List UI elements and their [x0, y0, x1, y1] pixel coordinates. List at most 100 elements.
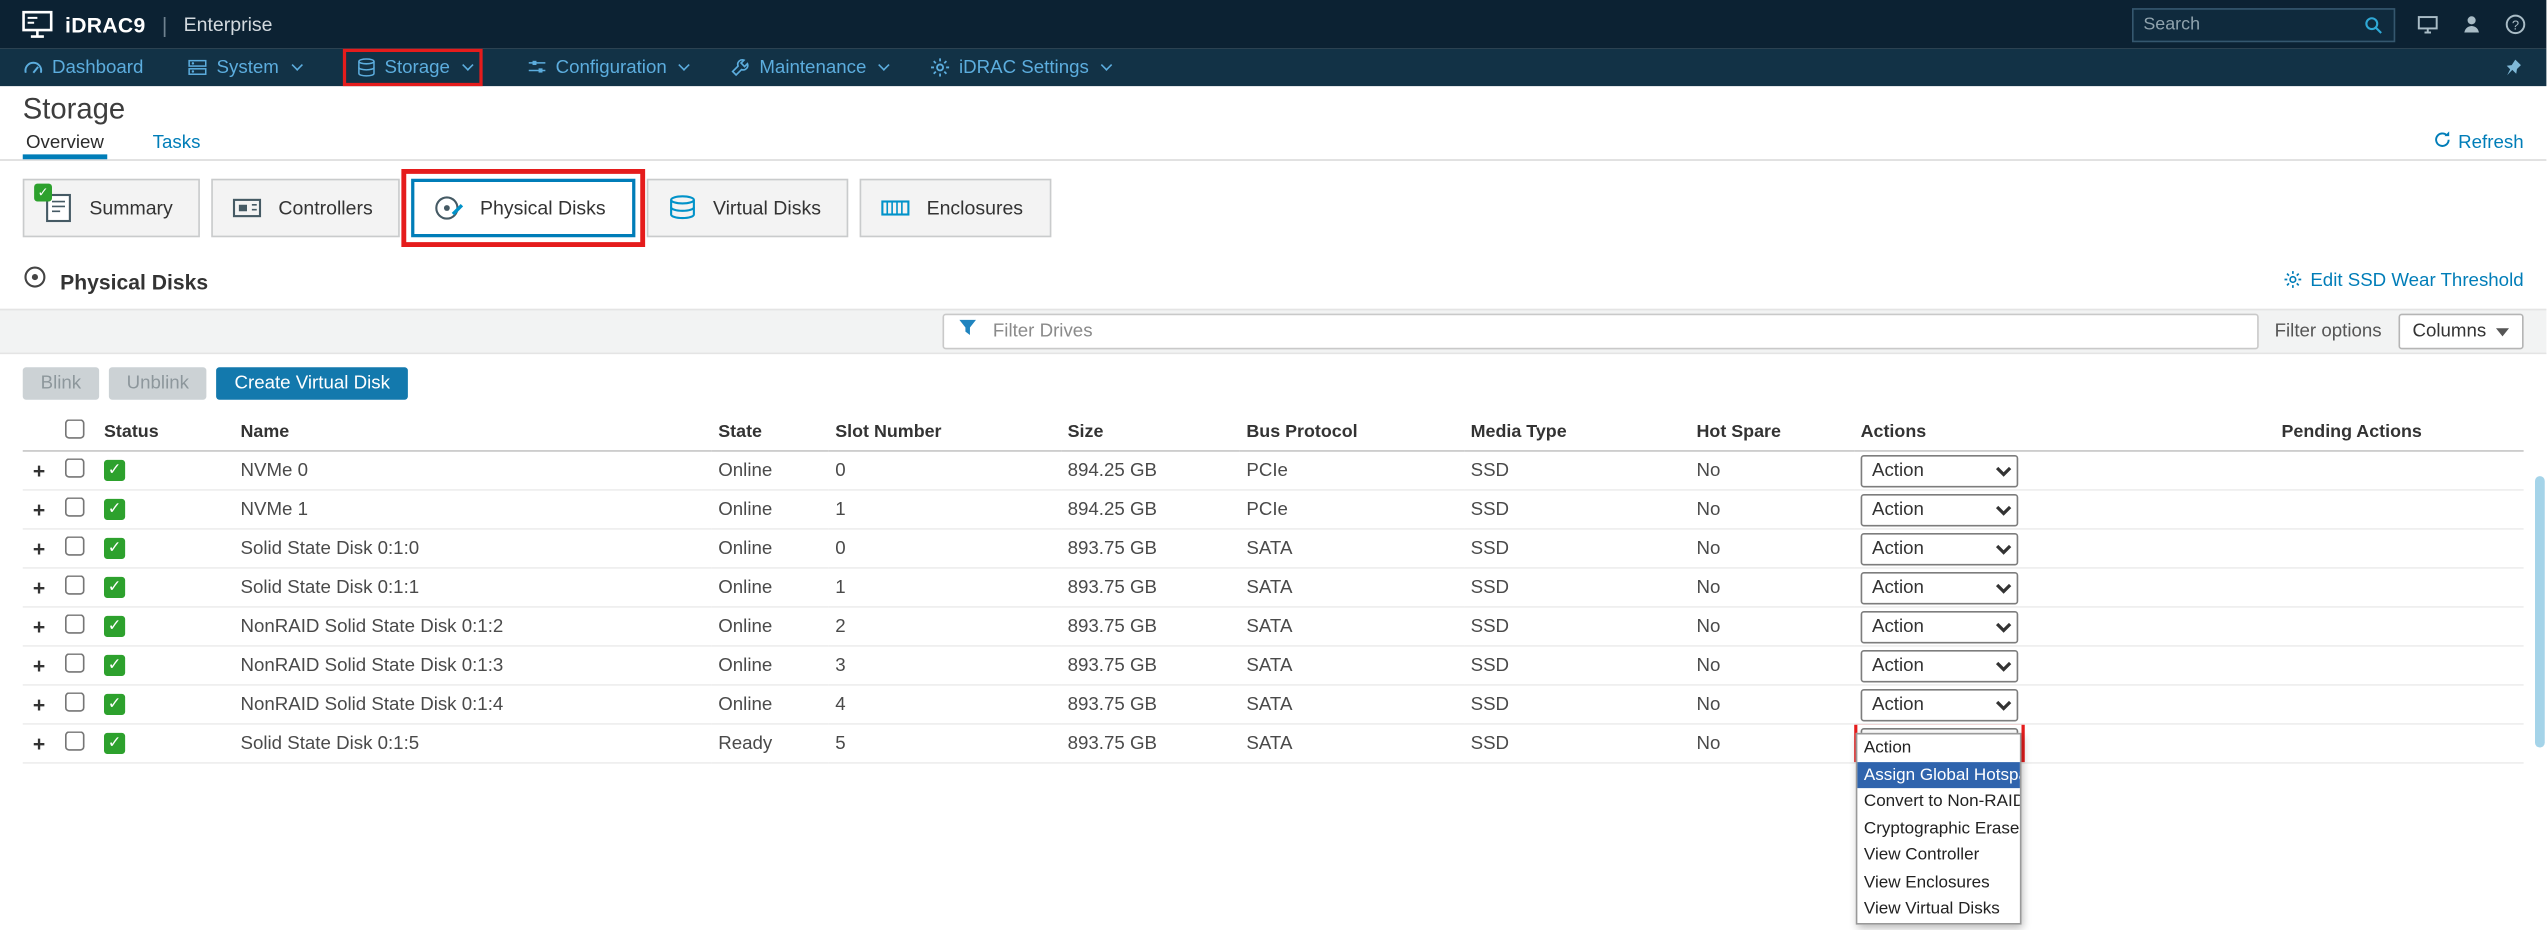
row-checkbox[interactable]	[65, 536, 85, 556]
action-select[interactable]: Action	[1861, 610, 2019, 643]
card-controllers[interactable]: Controllers	[212, 179, 401, 238]
expand-row-icon[interactable]	[29, 653, 49, 677]
action-select[interactable]: Action	[1861, 493, 2019, 526]
row-checkbox[interactable]	[65, 653, 85, 673]
nav-configuration[interactable]: Configuration	[526, 49, 686, 86]
expand-row-icon[interactable]	[29, 458, 49, 482]
chevron-down-icon	[878, 59, 889, 70]
action-menu-item[interactable]: View Controller	[1857, 842, 2020, 869]
filter-drives-input[interactable]	[993, 322, 2244, 342]
nav-maintenance[interactable]: Maintenance	[730, 49, 886, 86]
cell-expand	[23, 568, 59, 607]
action-select[interactable]: Action	[1861, 571, 2019, 604]
cell-state: Ready	[712, 724, 829, 763]
action-select[interactable]: Action	[1861, 532, 2019, 565]
refresh-label: Refresh	[2458, 132, 2523, 152]
action-menu-item[interactable]: Assign Global Hotspare	[1857, 761, 2020, 788]
expand-row-icon[interactable]	[29, 731, 49, 755]
nav-dashboard[interactable]: Dashboard	[23, 49, 144, 86]
card-physical-disks[interactable]: Physical Disks	[412, 179, 635, 238]
gear-icon	[930, 57, 951, 78]
edit-ssd-wear-threshold-link[interactable]: Edit SSD Wear Threshold	[2283, 269, 2524, 293]
action-menu-item[interactable]: Convert to Non-RAID	[1857, 788, 2020, 815]
action-menu-item[interactable]: Cryptographic Erase	[1857, 815, 2020, 842]
action-select[interactable]: Action	[1861, 649, 2019, 682]
user-icon[interactable]	[2460, 13, 2483, 36]
row-checkbox[interactable]	[65, 614, 85, 634]
status-ok-icon	[104, 616, 125, 637]
table-header-row: Status Name State Slot Number Size Bus P…	[23, 413, 2524, 451]
expand-row-icon[interactable]	[29, 614, 49, 638]
table-row: NonRAID Solid State Disk 0:1:2 Online 2 …	[23, 607, 2524, 646]
cell-pending-actions	[2275, 529, 2524, 568]
columns-button[interactable]: Columns	[2398, 314, 2524, 350]
tab-bar: Overview Tasks Refresh	[0, 128, 2546, 161]
card-virtual-disks[interactable]: Virtual Disks	[646, 179, 848, 238]
tab-overview[interactable]: Overview	[23, 130, 107, 159]
cell-expand	[23, 529, 59, 568]
status-ok-icon	[104, 499, 125, 520]
header-media-type: Media Type	[1464, 413, 1690, 451]
tab-tasks[interactable]: Tasks	[149, 130, 203, 159]
nav-system[interactable]: System	[187, 49, 298, 86]
cell-size: 893.75 GB	[1061, 685, 1240, 724]
controller-icon	[231, 192, 264, 225]
select-all-checkbox[interactable]	[65, 419, 85, 439]
cell-actions: Action	[1854, 568, 2275, 607]
columns-label: Columns	[2412, 322, 2486, 342]
cell-name: NonRAID Solid State Disk 0:1:4	[234, 685, 712, 724]
cell-expand	[23, 451, 59, 490]
row-checkbox[interactable]	[65, 692, 85, 712]
table-row: Solid State Disk 0:1:1 Online 1 893.75 G…	[23, 568, 2524, 607]
row-checkbox[interactable]	[65, 575, 85, 595]
card-label: Controllers	[278, 197, 372, 220]
cell-name: NonRAID Solid State Disk 0:1:2	[234, 607, 712, 646]
action-select[interactable]: Action	[1861, 688, 2019, 721]
card-summary[interactable]: Summary	[23, 179, 201, 238]
row-checkbox[interactable]	[65, 458, 85, 478]
cell-checkbox	[59, 724, 98, 763]
filter-options-link[interactable]: Filter options	[2275, 322, 2382, 342]
row-checkbox[interactable]	[65, 497, 85, 517]
search-input[interactable]	[2143, 15, 2353, 35]
nav-storage[interactable]: Storage	[342, 49, 482, 86]
pin-icon[interactable]	[2503, 57, 2524, 78]
row-checkbox[interactable]	[65, 731, 85, 751]
svg-text:?: ?	[2512, 17, 2519, 32]
nav-idrac-settings[interactable]: iDRAC Settings	[930, 49, 1109, 86]
cell-name: NVMe 1	[234, 490, 712, 529]
help-icon[interactable]: ?	[2504, 13, 2527, 36]
action-select-wrap: Action	[1861, 571, 2019, 604]
page-title: Storage	[0, 86, 2546, 128]
storage-category-cards: Summary Controllers Physical Disks Virtu…	[0, 161, 2546, 250]
card-enclosures[interactable]: Enclosures	[860, 179, 1051, 238]
idrac-storage-page: iDRAC9 | Enterprise ?	[0, 0, 2546, 930]
brand-suffix: Enterprise	[184, 13, 273, 36]
expand-row-icon[interactable]	[29, 692, 49, 716]
action-menu-item[interactable]: View Enclosures	[1857, 869, 2020, 896]
action-menu-item[interactable]: View Virtual Disks	[1857, 895, 2020, 922]
expand-row-icon[interactable]	[29, 575, 49, 599]
cell-slot-number: 5	[829, 724, 1061, 763]
blink-button[interactable]: Blink	[23, 367, 99, 400]
brand-name: iDRAC9	[65, 12, 146, 36]
action-select[interactable]: Action	[1861, 454, 2019, 487]
console-icon[interactable]	[2416, 13, 2439, 36]
wrench-icon	[730, 57, 751, 78]
unblink-button[interactable]: Unblink	[109, 367, 207, 400]
expand-row-icon[interactable]	[29, 536, 49, 560]
cell-bus-protocol: SATA	[1240, 529, 1464, 568]
chevron-down-icon	[679, 59, 690, 70]
cell-size: 893.75 GB	[1061, 646, 1240, 685]
expand-row-icon[interactable]	[29, 497, 49, 521]
create-virtual-disk-button[interactable]: Create Virtual Disk	[217, 367, 408, 400]
cell-bus-protocol: SATA	[1240, 685, 1464, 724]
scrollbar-thumb[interactable]	[2535, 476, 2545, 747]
refresh-button[interactable]: Refresh	[2432, 130, 2523, 159]
filter-drives-box	[943, 314, 2259, 350]
status-ok-icon	[104, 733, 125, 754]
action-menu-item[interactable]: Action	[1857, 735, 2020, 762]
cell-hot-spare: No	[1690, 568, 1854, 607]
search-icon[interactable]	[2363, 14, 2384, 35]
nav-label: Storage	[384, 58, 449, 78]
